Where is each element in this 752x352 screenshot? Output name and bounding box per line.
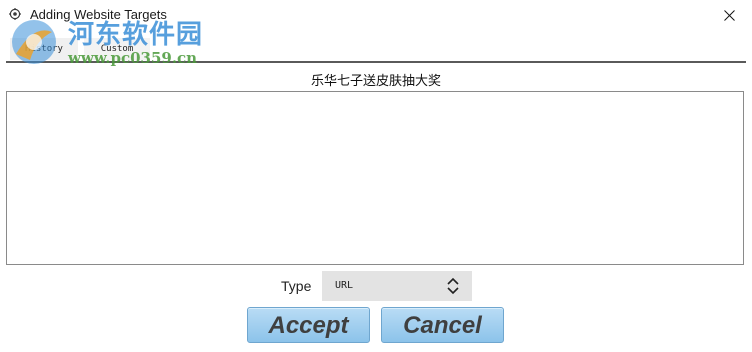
dialog-window: Adding Website Targets History Custom 河东… [0, 0, 752, 352]
type-select-value: URL [335, 280, 354, 291]
close-button[interactable] [706, 0, 752, 30]
type-select[interactable]: URL [322, 271, 472, 301]
updown-chevron-icon [447, 277, 459, 295]
tab-custom[interactable]: Custom [84, 38, 150, 60]
cancel-button[interactable]: Cancel [381, 307, 504, 343]
targets-textarea[interactable] [6, 91, 744, 265]
accept-button[interactable]: Accept [247, 307, 370, 343]
window-title: Adding Website Targets [30, 7, 167, 22]
title-bar[interactable]: Adding Website Targets [0, 0, 752, 30]
tab-history[interactable]: History [10, 38, 78, 60]
content-heading: 乐华七子送皮肤抽大奖 [310, 73, 441, 88]
type-label: Type [281, 278, 312, 294]
close-icon [723, 9, 735, 21]
tab-divider [6, 61, 746, 63]
app-gear-icon [9, 8, 21, 20]
